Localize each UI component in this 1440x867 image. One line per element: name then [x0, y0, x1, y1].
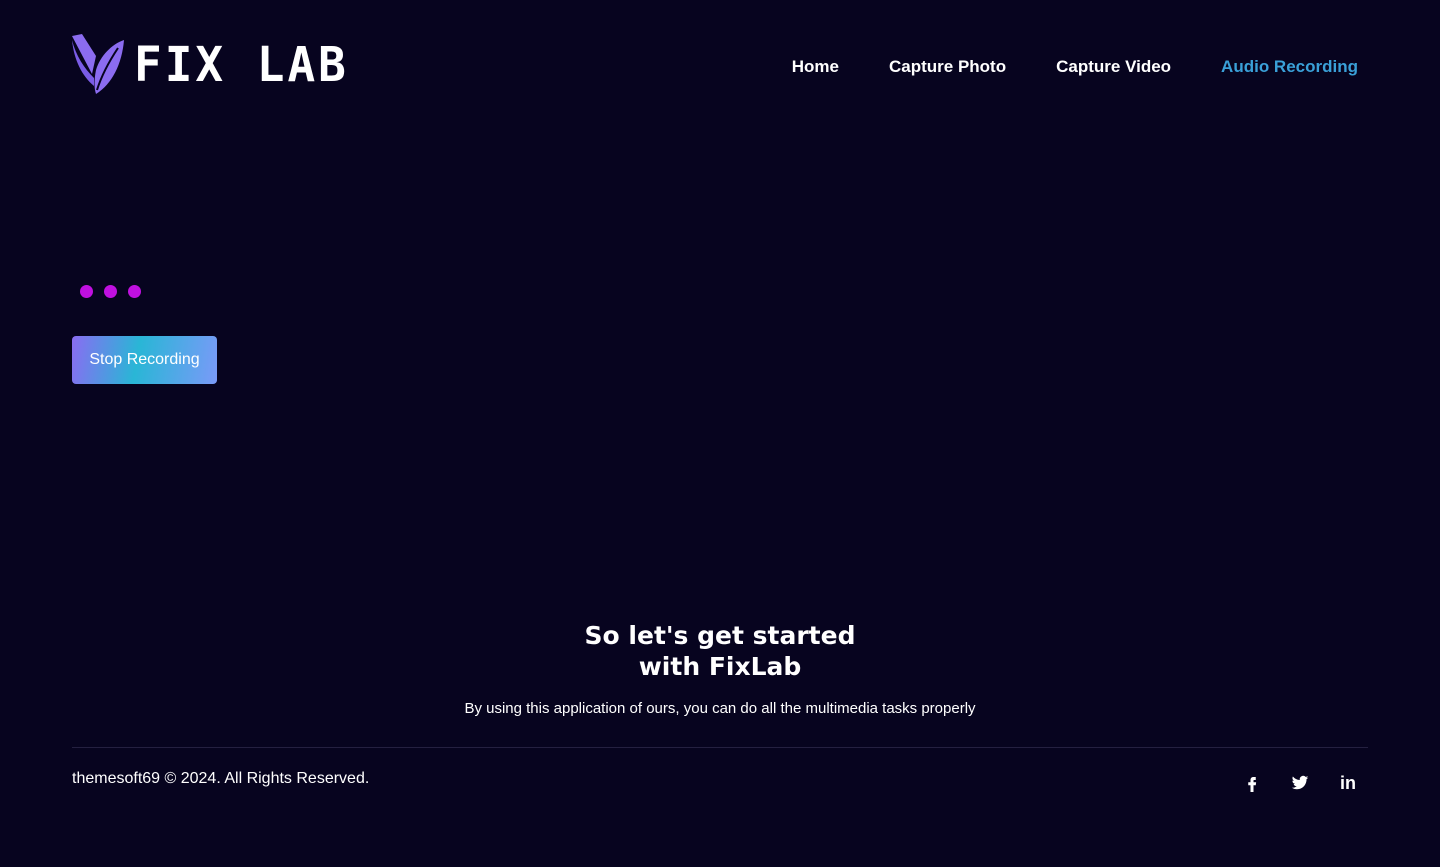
stop-recording-button[interactable]: Stop Recording	[72, 336, 217, 384]
twitter-icon[interactable]	[1290, 773, 1310, 793]
linkedin-icon-text: in	[1340, 773, 1356, 793]
recording-dot	[80, 285, 93, 298]
cta-subtitle: By using this application of ours, you c…	[464, 700, 976, 717]
cta-title-line1: So let's get started	[584, 621, 856, 650]
recording-indicator	[80, 285, 141, 298]
social-links: in	[1242, 773, 1358, 793]
cta-title-line2: with FixLab	[638, 652, 802, 681]
page: FIX LAB Home Capture Photo Capture Video…	[0, 0, 1440, 867]
cta-title: So let's get started with FixLab	[0, 620, 1440, 682]
main-nav: Home Capture Photo Capture Video Audio R…	[792, 57, 1358, 77]
nav-audio-recording[interactable]: Audio Recording	[1221, 57, 1358, 77]
brand-name: FIX LAB	[134, 35, 349, 93]
nav-capture-photo[interactable]: Capture Photo	[889, 57, 1006, 77]
facebook-icon[interactable]	[1242, 773, 1262, 793]
recording-dot	[128, 285, 141, 298]
nav-home[interactable]: Home	[792, 57, 839, 77]
footer-divider	[72, 747, 1368, 748]
linkedin-icon[interactable]: in	[1338, 773, 1358, 793]
nav-capture-video[interactable]: Capture Video	[1056, 57, 1171, 77]
brand-logo[interactable]: FIX LAB	[72, 34, 349, 94]
recording-dot	[104, 285, 117, 298]
leaf-logo-icon	[72, 34, 124, 94]
cta-section: So let's get started with FixLab By usin…	[0, 620, 1440, 717]
copyright-text: themesoft69 © 2024. All Rights Reserved.	[72, 770, 370, 787]
